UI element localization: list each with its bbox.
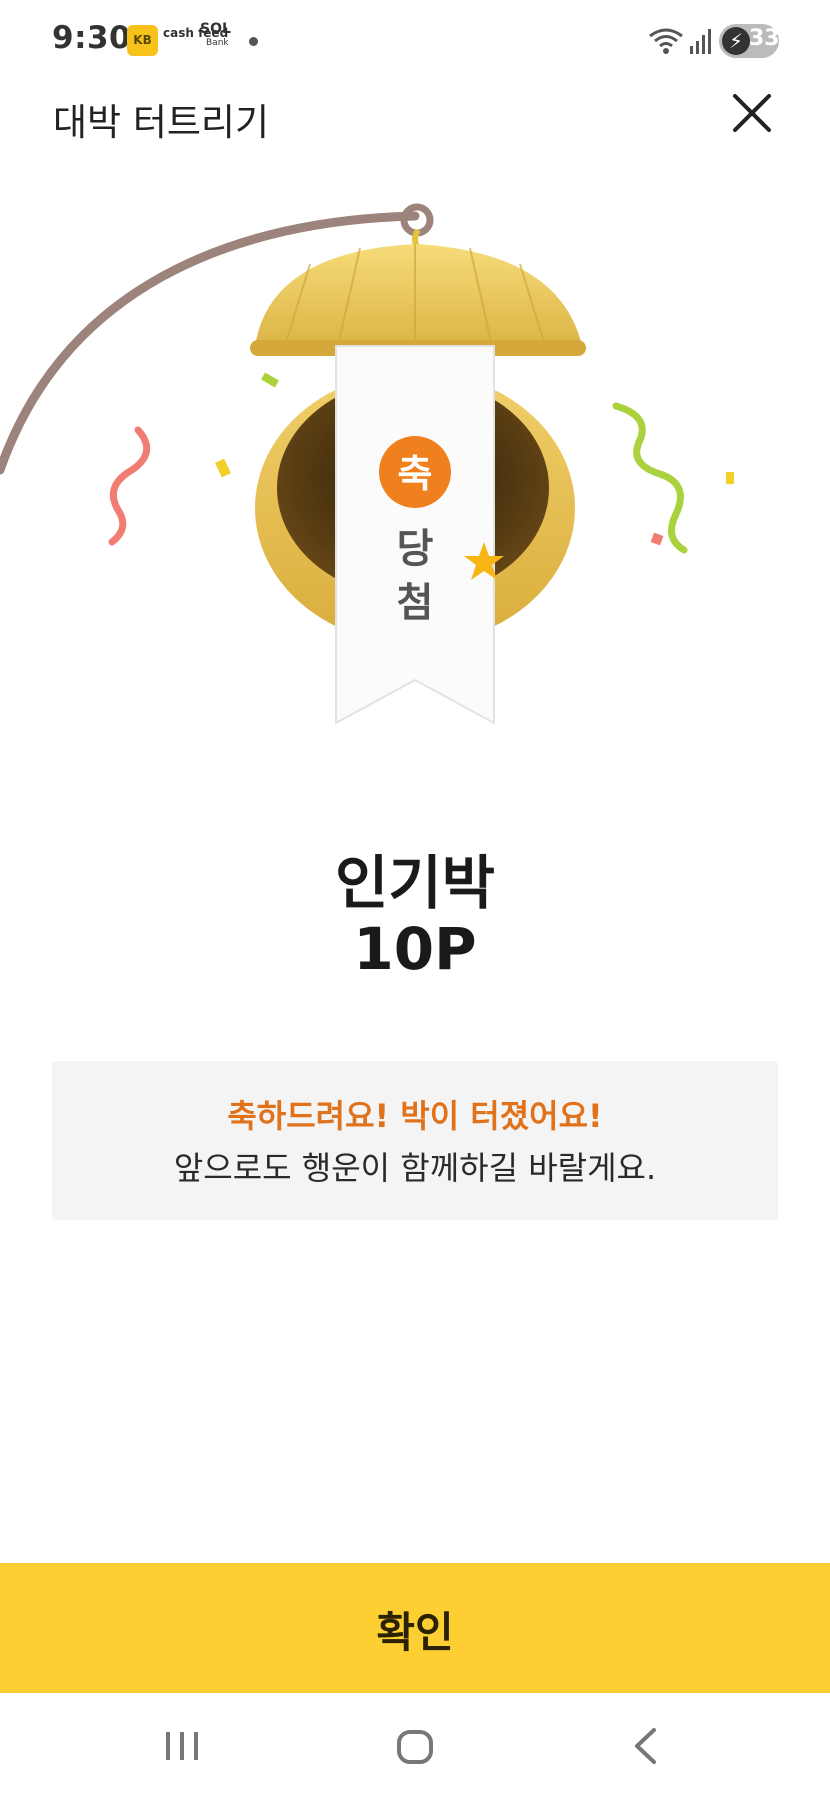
prize-title: 인기박	[334, 849, 496, 917]
ribbon-badge: 축	[398, 452, 433, 496]
kb-app-icon: KB	[127, 25, 158, 56]
confetti-yellow-bit2-icon	[726, 472, 734, 484]
sol-bank-app-icon: SOL Bank	[200, 22, 231, 50]
ribbon-text-1: 당	[397, 526, 434, 572]
status-bar: 9:30 KB cash feed SOL Bank ⚡ 33	[0, 0, 830, 84]
confetti-green-bit-icon	[261, 372, 279, 388]
confirm-label: 확인	[376, 1609, 454, 1656]
confetti-green-icon	[612, 402, 688, 554]
home-icon[interactable]	[396, 1729, 434, 1765]
good-luck-message: 앞으로도 행운이 함께하길 바랄게요.	[173, 1149, 657, 1187]
message-box: 축하드려요! 박이 터졌어요! 앞으로도 행운이 함께하길 바랄게요.	[52, 1061, 778, 1220]
battery-charging-icon: ⚡ 33	[719, 24, 780, 58]
sol-sub-label: Bank	[206, 38, 229, 48]
status-time: 9:30	[52, 20, 132, 56]
sol-label: SOL	[200, 21, 231, 37]
confirm-button[interactable]: 확인	[0, 1563, 830, 1693]
confetti-red-bit-icon	[650, 532, 664, 546]
ribbon-text-2: 첨	[397, 580, 434, 626]
signal-icon	[690, 29, 711, 54]
close-icon[interactable]	[727, 88, 777, 138]
prize-amount: 10P	[353, 915, 477, 983]
gourd-illustration: 축 당 첨	[0, 203, 734, 725]
system-nav-bar	[0, 1693, 830, 1798]
wifi-icon	[649, 28, 683, 54]
confetti-yellow-bit-icon	[215, 458, 231, 478]
recents-icon[interactable]	[165, 1731, 199, 1761]
congrats-message: 축하드려요! 박이 터졌어요!	[227, 1097, 603, 1135]
charging-bolt-icon: ⚡	[722, 27, 750, 55]
notification-dot-icon	[249, 37, 258, 46]
battery-level: 33	[749, 26, 780, 51]
confetti-red-icon	[108, 426, 151, 546]
back-icon[interactable]	[632, 1727, 658, 1765]
gourd-cap-icon	[255, 244, 582, 346]
header: 대박 터트리기	[0, 84, 830, 184]
page-title: 대박 터트리기	[53, 101, 270, 144]
